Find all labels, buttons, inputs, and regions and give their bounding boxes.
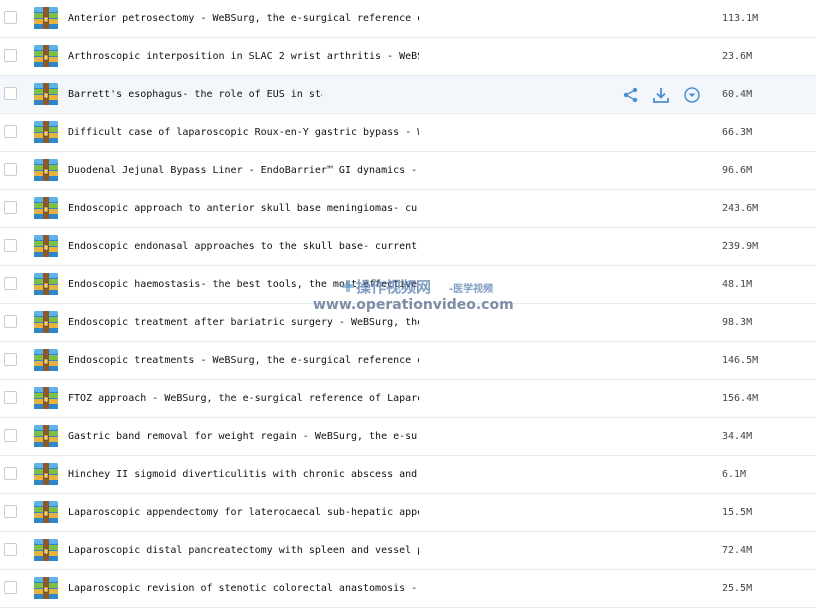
file-name[interactable]: Laparoscopic appendectomy for laterocaec… <box>68 506 419 520</box>
file-name[interactable]: Laparoscopic distal pancreatectomy with … <box>68 544 419 558</box>
file-row[interactable]: Endoscopic approach to anterior skull ba… <box>0 190 816 228</box>
row-checkbox[interactable] <box>4 505 17 518</box>
file-name[interactable]: Duodenal Jejunal Bypass Liner - EndoBarr… <box>68 164 419 178</box>
file-name[interactable]: FTOZ approach - WeBSurg, the e-surgical … <box>68 392 419 406</box>
file-size: 66.3M <box>722 127 753 138</box>
archive-file-icon <box>34 197 58 219</box>
archive-file-icon <box>34 501 58 523</box>
file-row[interactable]: Laparoscopic revision of stenotic colore… <box>0 570 816 608</box>
download-icon[interactable] <box>652 86 670 104</box>
archive-file-icon <box>34 463 58 485</box>
row-checkbox[interactable] <box>4 87 17 100</box>
archive-file-icon <box>34 273 58 295</box>
file-name[interactable]: Endoscopic treatments - WeBSurg, the e-s… <box>68 354 419 368</box>
file-size: 48.1M <box>722 279 753 290</box>
file-size: 6.1M <box>722 469 747 480</box>
file-name[interactable]: Endoscopic haemostasis- the best tools, … <box>68 278 419 292</box>
file-row[interactable]: Laparoscopic distal pancreatectomy with … <box>0 532 816 570</box>
file-row[interactable]: Laparoscopic appendectomy for laterocaec… <box>0 494 816 532</box>
row-checkbox[interactable] <box>4 391 17 404</box>
file-size: 113.1M <box>722 13 759 24</box>
file-name[interactable]: Gastric band removal for weight regain -… <box>68 430 419 444</box>
file-name[interactable]: Hinchey II sigmoid diverticulitis with c… <box>68 468 419 482</box>
file-name[interactable]: Endoscopic approach to anterior skull ba… <box>68 202 419 216</box>
file-size: 34.4M <box>722 431 753 442</box>
file-size: 156.4M <box>722 393 759 404</box>
file-name[interactable]: Endoscopic treatment after bariatric sur… <box>68 316 419 330</box>
file-row[interactable]: Arthroscopic interposition in SLAC 2 wri… <box>0 38 816 76</box>
archive-file-icon <box>34 83 58 105</box>
share-icon[interactable] <box>622 86 640 104</box>
file-name[interactable]: Endoscopic endonasal approaches to the s… <box>68 240 419 254</box>
archive-file-icon <box>34 425 58 447</box>
file-size: 96.6M <box>722 165 753 176</box>
row-checkbox[interactable] <box>4 49 17 62</box>
file-size: 15.5M <box>722 507 753 518</box>
file-row[interactable]: Endoscopic endonasal approaches to the s… <box>0 228 816 266</box>
file-size: 72.4M <box>722 545 753 556</box>
row-checkbox[interactable] <box>4 581 17 594</box>
file-name[interactable]: Laparoscopic revision of stenotic colore… <box>68 582 419 596</box>
file-name[interactable]: Barrett's esophagus- the role of EUS in … <box>68 88 322 102</box>
archive-file-icon <box>34 121 58 143</box>
file-row[interactable]: Barrett's esophagus- the role of EUS in … <box>0 76 816 114</box>
row-checkbox[interactable] <box>4 239 17 252</box>
archive-file-icon <box>34 45 58 67</box>
file-name[interactable]: Difficult case of laparoscopic Roux-en-Y… <box>68 126 419 140</box>
file-row[interactable]: Endoscopic haemostasis- the best tools, … <box>0 266 816 304</box>
row-checkbox[interactable] <box>4 163 17 176</box>
archive-file-icon <box>34 235 58 257</box>
archive-file-icon <box>34 577 58 599</box>
file-size: 25.5M <box>722 583 753 594</box>
row-checkbox[interactable] <box>4 429 17 442</box>
row-checkbox[interactable] <box>4 315 17 328</box>
file-name[interactable]: Arthroscopic interposition in SLAC 2 wri… <box>68 50 419 64</box>
file-row[interactable]: Difficult case of laparoscopic Roux-en-Y… <box>0 114 816 152</box>
file-size: 98.3M <box>722 317 753 328</box>
archive-file-icon <box>34 539 58 561</box>
row-checkbox[interactable] <box>4 11 17 24</box>
archive-file-icon <box>34 159 58 181</box>
row-checkbox[interactable] <box>4 543 17 556</box>
chevron-down-circle-icon[interactable] <box>683 86 701 104</box>
file-row[interactable]: Anterior petrosectomy - WeBSurg, the e-s… <box>0 0 816 38</box>
file-row[interactable]: Duodenal Jejunal Bypass Liner - EndoBarr… <box>0 152 816 190</box>
row-checkbox[interactable] <box>4 353 17 366</box>
file-row[interactable]: Gastric band removal for weight regain -… <box>0 418 816 456</box>
file-row[interactable]: Endoscopic treatments - WeBSurg, the e-s… <box>0 342 816 380</box>
file-size: 60.4M <box>722 89 753 100</box>
row-checkbox[interactable] <box>4 467 17 480</box>
file-row[interactable]: FTOZ approach - WeBSurg, the e-surgical … <box>0 380 816 418</box>
file-size: 146.5M <box>722 355 759 366</box>
row-checkbox[interactable] <box>4 277 17 290</box>
file-row[interactable]: Hinchey II sigmoid diverticulitis with c… <box>0 456 816 494</box>
archive-file-icon <box>34 349 58 371</box>
archive-file-icon <box>34 7 58 29</box>
file-name[interactable]: Anterior petrosectomy - WeBSurg, the e-s… <box>68 12 419 26</box>
file-size: 243.6M <box>722 203 759 214</box>
archive-file-icon <box>34 387 58 409</box>
row-checkbox[interactable] <box>4 125 17 138</box>
file-size: 239.9M <box>722 241 759 252</box>
file-row[interactable]: Endoscopic treatment after bariatric sur… <box>0 304 816 342</box>
file-size: 23.6M <box>722 51 753 62</box>
row-checkbox[interactable] <box>4 201 17 214</box>
archive-file-icon <box>34 311 58 333</box>
